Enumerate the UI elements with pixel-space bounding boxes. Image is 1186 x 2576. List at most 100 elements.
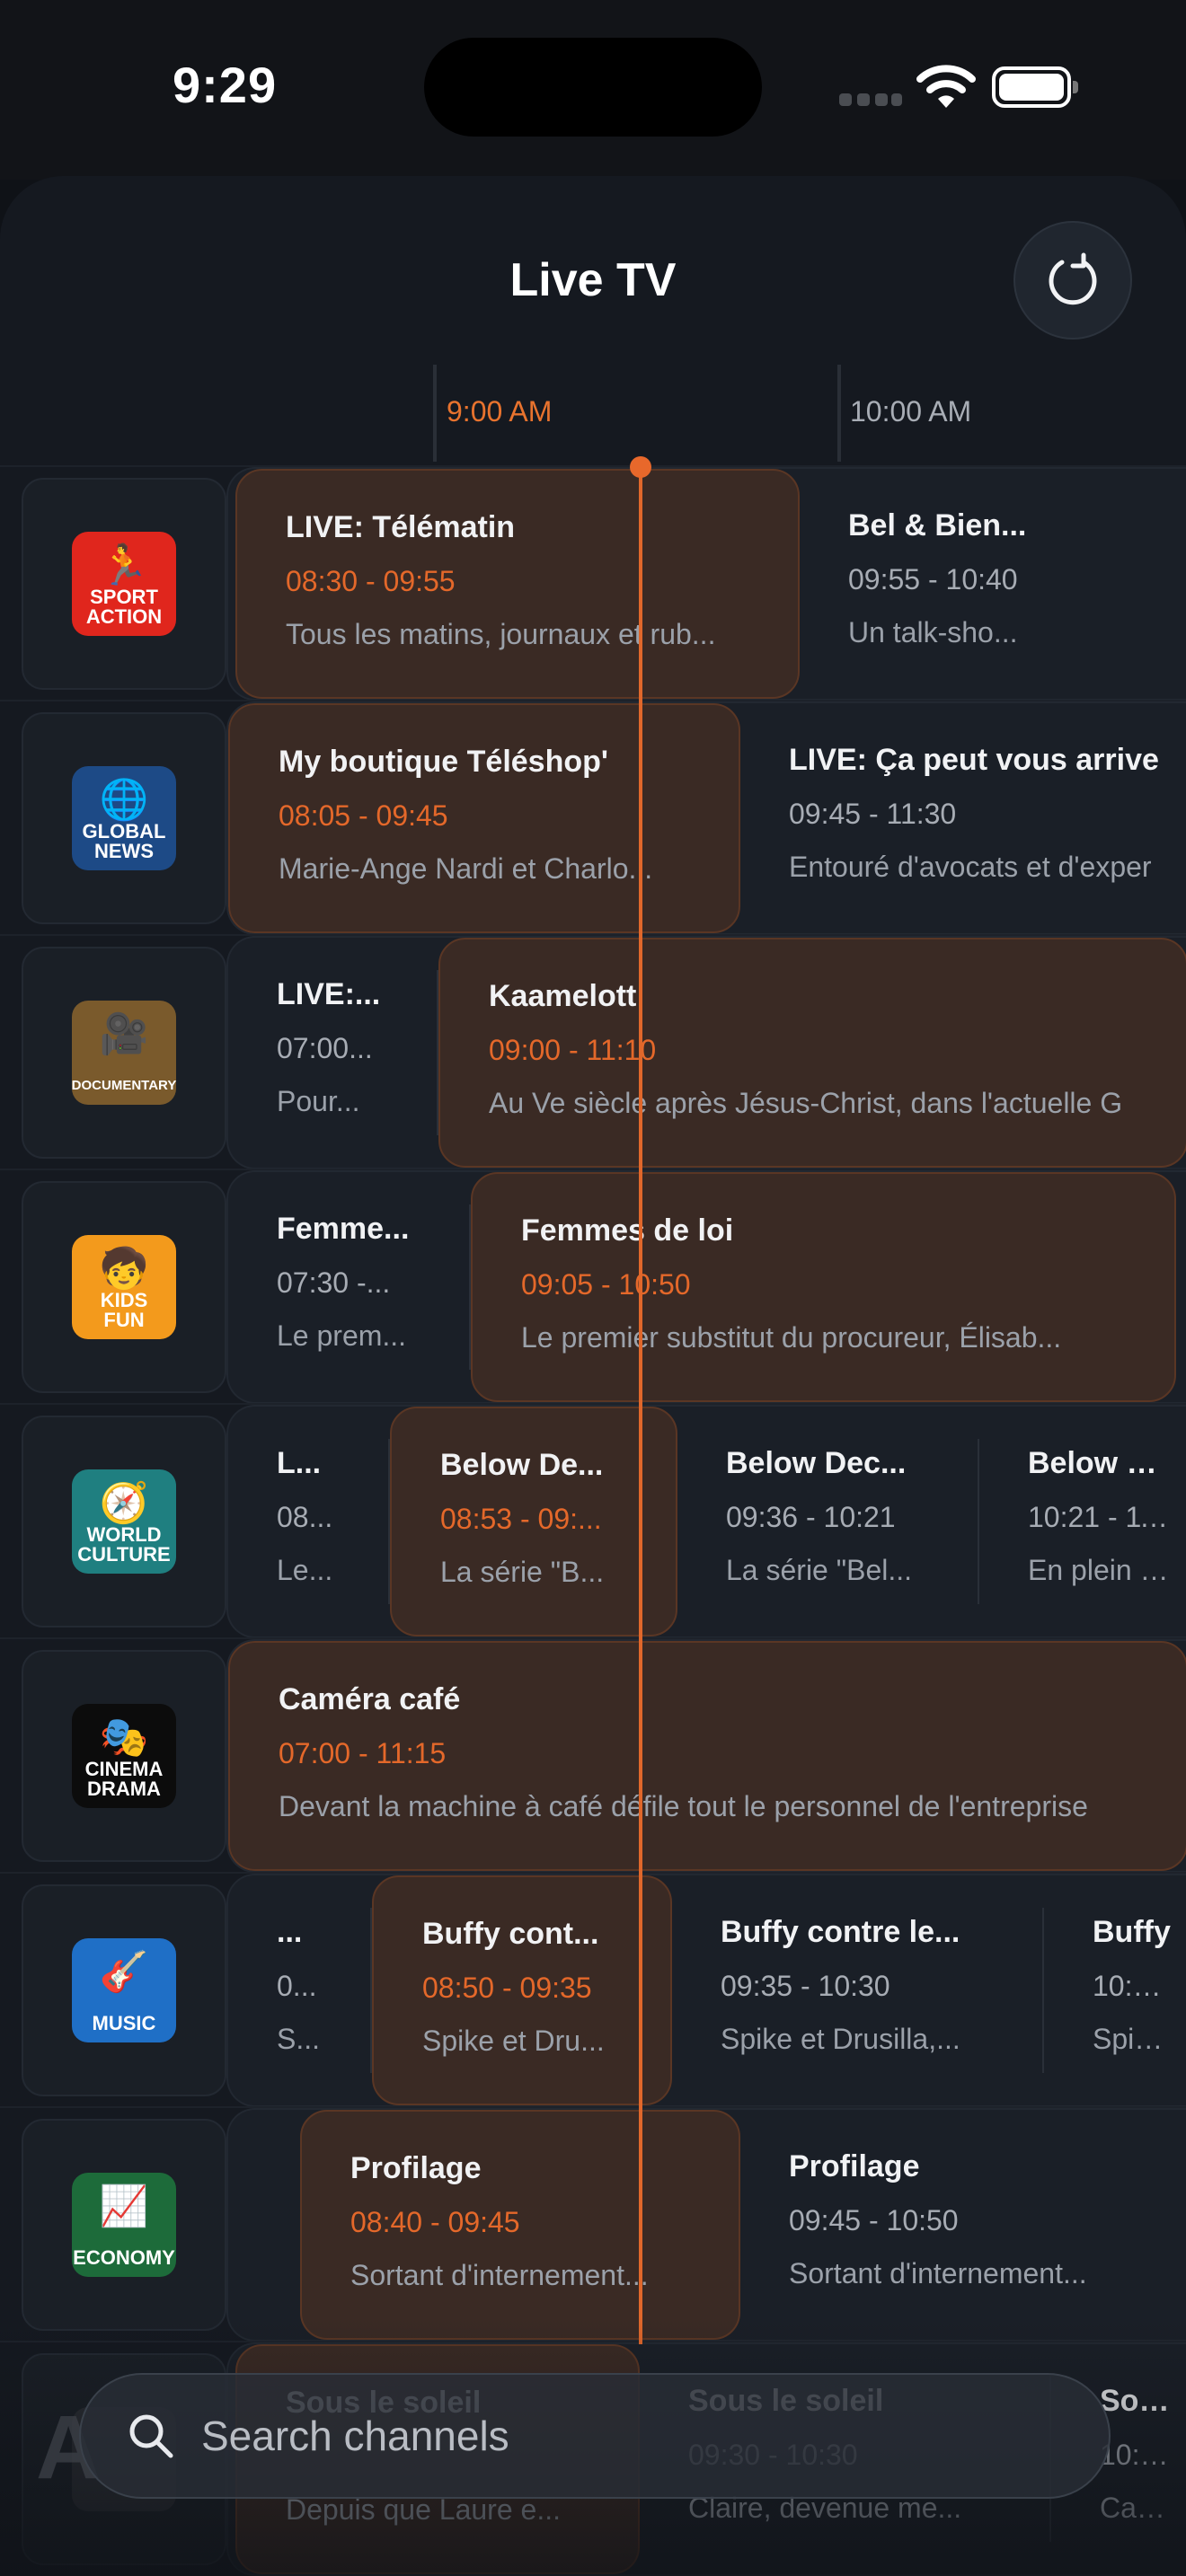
- program-time: 08:53 - 09:...: [440, 1503, 602, 1535]
- program-title: Profilage: [350, 2151, 482, 2185]
- program-time: 07:00 - 11:15: [279, 1737, 447, 1769]
- program-description: Un talk-sho...: [848, 616, 1018, 648]
- program-block-live[interactable]: Profilage 08:40 - 09:45 Sortant d'internem…: [300, 2110, 740, 2340]
- channel-logo-text: DOCUMENTARY: [72, 1078, 176, 1093]
- program-title: Kaamelott: [489, 979, 637, 1013]
- program-title: My boutique Téléshop': [279, 745, 608, 779]
- program-track: Caméra café 07:00 - 11:15 Devant la machin…: [226, 1639, 1186, 1873]
- program-track: Femme... 07:30 -... Le prem... Femmes de lo…: [226, 1170, 1186, 1404]
- program-block-live[interactable]: Below De... 08:53 - 09:... La série "B...: [390, 1407, 677, 1636]
- channel-logo-cell[interactable]: 🎥 DOCUMENTARY: [22, 947, 226, 1159]
- program-title: ...: [277, 1915, 303, 1949]
- program-title: Profilage: [789, 2149, 920, 2183]
- program-track: LIVE:... 07:00... Pour... Kaamelott 09:00 - …: [226, 936, 1186, 1169]
- program-time: 09:45 - 10:50: [789, 2204, 959, 2236]
- program-time: 08:05 - 09:45: [279, 799, 448, 832]
- channel-row: 🧭 WORLD CULTURE L... 08... Le... Below De... 08…: [0, 1403, 1186, 1638]
- program-description: Le premier substitut du procureur, Élisa…: [521, 1321, 1062, 1354]
- program-track: L... 08... Le... Below De... 08:53 - 09:... L…: [226, 1405, 1186, 1638]
- program-track: ... 0... S... Buffy cont... 08:50 - 09:35 Spi…: [226, 1874, 1186, 2107]
- epg-grid: 🏃 SPORT ACTION LIVE: Télématin 08:30 - 09:55…: [0, 465, 1186, 2576]
- search-icon: [129, 2414, 173, 2458]
- program-title: LIVE:...: [277, 977, 381, 1011]
- program-time: 09:00 - 11:10: [489, 1034, 657, 1066]
- program-title: Femmes de loi: [521, 1213, 734, 1248]
- channel-row: 🌐 GLOBAL NEWS My boutique Téléshop' 08:05 - …: [0, 700, 1186, 935]
- channel-logo-icon: 🎭: [99, 1716, 149, 1760]
- program-block[interactable]: Buffy 10:30 - Spike e: [1044, 1875, 1186, 2105]
- program-title: Below Dec...: [726, 1446, 907, 1480]
- channel-logo-icon: 🌐: [99, 778, 149, 822]
- channel-logo-cell[interactable]: 🧭 WORLD CULTURE: [22, 1416, 226, 1628]
- program-description: Devant la machine à café défile tout le …: [279, 1790, 1088, 1822]
- program-title: Buffy cont...: [422, 1917, 599, 1951]
- channel-logo-icon: 🏃: [99, 543, 149, 587]
- now-indicator-dot: [630, 456, 651, 478]
- search-bar[interactable]: Search channels: [79, 2373, 1111, 2499]
- refresh-button[interactable]: [1013, 221, 1132, 340]
- program-block[interactable]: Femme... 07:30 -... Le prem...: [228, 1172, 471, 1402]
- app-root: 9:29 Live TV 9:00 AM 10:00 AM 🏃 SPORT AC…: [0, 0, 1186, 2576]
- channel-row: 🏃 SPORT ACTION LIVE: Télématin 08:30 - 09:55…: [0, 465, 1186, 701]
- channel-logo: 🧭 WORLD CULTURE: [72, 1469, 176, 1574]
- channel-logo: 🎸 MUSIC: [72, 1938, 176, 2042]
- status-bar: 9:29: [0, 0, 1186, 180]
- program-block[interactable]: Buffy contre le... 09:35 - 10:30 Spike et …: [672, 1875, 1044, 2105]
- program-description: Sortant d'internement...: [350, 2259, 649, 2291]
- channel-row: 🎸 MUSIC ... 0... S... Buffy cont... 08:50 - 09…: [0, 1872, 1186, 2107]
- program-time: 10:21 - 11:0: [1028, 1501, 1173, 1533]
- program-description: Entouré d'avocats et d'exper: [789, 851, 1152, 883]
- program-block[interactable]: L... 08... Le...: [228, 1407, 390, 1636]
- channel-logo-icon: 🧭: [99, 1481, 149, 1525]
- program-time: 08...: [277, 1501, 333, 1533]
- channel-logo-icon: 🎸: [99, 1950, 149, 1994]
- program-block[interactable]: Below Dec 10:21 - 11:0 En plein cœ: [979, 1407, 1186, 1636]
- program-time: 09:35 - 10:30: [721, 1970, 890, 2002]
- program-block[interactable]: LIVE:... 07:00... Pour...: [228, 938, 438, 1168]
- program-time: 09:05 - 10:50: [521, 1268, 691, 1301]
- program-description: La série "Bel...: [726, 1554, 913, 1586]
- channel-logo: 🎥 DOCUMENTARY: [72, 1001, 176, 1105]
- program-description: Le prem...: [277, 1319, 407, 1352]
- program-track: LIVE: Télématin 08:30 - 09:55 Tous les mat…: [226, 467, 1186, 701]
- program-block-live[interactable]: LIVE: Télématin 08:30 - 09:55 Tous les mat…: [235, 469, 800, 699]
- program-block-live[interactable]: My boutique Téléshop' 08:05 - 09:45 Marie-…: [228, 703, 740, 933]
- cellular-signal-icon: [839, 93, 902, 106]
- search-input[interactable]: Search channels: [201, 2412, 509, 2460]
- channel-logo-cell[interactable]: 🌐 GLOBAL NEWS: [22, 712, 226, 924]
- program-time: 09:36 - 10:21: [726, 1501, 896, 1533]
- channel-logo-text: CULTURE: [77, 1543, 171, 1566]
- program-block[interactable]: Bel & Bien... 09:55 - 10:40 Un talk-sho...: [800, 469, 1186, 699]
- channel-logo-text: MUSIC: [92, 2012, 156, 2034]
- dynamic-island: [424, 38, 762, 137]
- program-block-live[interactable]: Buffy cont... 08:50 - 09:35 Spike et Dru..…: [372, 1875, 672, 2105]
- program-block[interactable]: Below Dec... 09:36 - 10:21 La série "Bel..…: [677, 1407, 979, 1636]
- channel-logo-cell[interactable]: 🎭 CINEMA DRAMA: [22, 1650, 226, 1862]
- channel-logo-text: ACTION: [85, 605, 163, 628]
- program-time: 07:00...: [277, 1032, 373, 1064]
- program-block[interactable]: Profilage 09:45 - 10:50 Sortant d'internem…: [740, 2110, 1186, 2340]
- channel-logo-icon: 🧒: [99, 1247, 149, 1291]
- program-block-live[interactable]: Kaamelott 09:00 - 11:10 Au Ve siècle après…: [438, 938, 1186, 1168]
- wifi-icon: [916, 63, 976, 110]
- channel-logo-cell[interactable]: 🎸 MUSIC: [22, 1884, 226, 2096]
- program-block[interactable]: LIVE: Ça peut vous arrive 09:45 - 11:30 En…: [740, 703, 1186, 933]
- program-block-live[interactable]: Femmes de loi 09:05 - 10:50 Le premier sub…: [471, 1172, 1176, 1402]
- channel-logo-cell[interactable]: 🏃 SPORT ACTION: [22, 478, 226, 690]
- program-title: Buffy contre le...: [721, 1915, 960, 1949]
- program-title: Buffy: [1093, 1915, 1171, 1949]
- channel-logo-cell[interactable]: 📈 ECONOMY: [22, 2119, 226, 2331]
- channel-logo-cell[interactable]: 🧒 KIDS FUN: [22, 1181, 226, 1393]
- program-title: LIVE: Télématin: [286, 510, 516, 544]
- program-track: Profilage 08:40 - 09:45 Sortant d'internem…: [226, 2108, 1186, 2342]
- program-description: Pour...: [277, 1085, 360, 1117]
- time-label-current: 9:00 AM: [447, 395, 553, 428]
- channel-logo-icon: 📈: [99, 2184, 149, 2228]
- program-block-live[interactable]: Caméra café 07:00 - 11:15 Devant la machin…: [228, 1641, 1186, 1871]
- program-time: 08:40 - 09:45: [350, 2206, 520, 2238]
- program-track: My boutique Téléshop' 08:05 - 09:45 Marie-…: [226, 701, 1186, 935]
- channel-logo-text: DRAMA: [87, 1778, 161, 1800]
- program-block[interactable]: ... 0... S...: [228, 1875, 372, 2105]
- channel-row: 🎥 DOCUMENTARY LIVE:... 07:00... Pour... Kaame…: [0, 934, 1186, 1169]
- now-indicator-line: [639, 467, 642, 2344]
